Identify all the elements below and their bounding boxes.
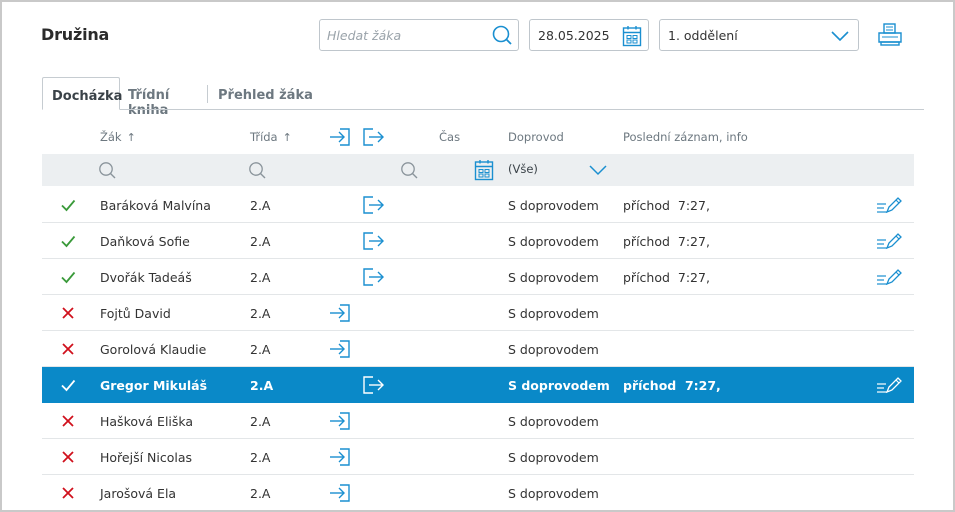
escort-value: S doprovodem bbox=[508, 306, 599, 321]
student-class: 2.A bbox=[250, 414, 271, 429]
chevron-down-icon[interactable] bbox=[588, 163, 608, 177]
student-class: 2.A bbox=[250, 198, 271, 213]
student-class: 2.A bbox=[250, 270, 271, 285]
check-icon bbox=[61, 199, 76, 212]
student-class: 2.A bbox=[250, 378, 274, 393]
student-name[interactable]: Gorolová Klaudie bbox=[100, 342, 206, 357]
student-class: 2.A bbox=[250, 306, 271, 321]
page-title: Družina bbox=[41, 25, 110, 44]
last-record-value: příchod 7:27, bbox=[623, 378, 721, 393]
arrival-icon[interactable] bbox=[329, 303, 351, 323]
tab-tridni-kniha[interactable]: Třídní kniha bbox=[128, 77, 212, 118]
cross-icon bbox=[62, 487, 74, 499]
student-search-input[interactable] bbox=[320, 20, 488, 50]
table-row[interactable]: Dvořák Tadeáš 2.A S doprovodem příchod 7:27… bbox=[42, 259, 914, 295]
edit-note-icon[interactable] bbox=[876, 232, 902, 252]
escort-value: S doprovodem bbox=[508, 378, 610, 393]
last-record-value: příchod 7:27, bbox=[623, 234, 710, 249]
student-class: 2.A bbox=[250, 234, 271, 249]
student-name[interactable]: Hořejší Nicolas bbox=[100, 450, 192, 465]
table-row[interactable]: Jarošová Ela 2.A S doprovodem bbox=[42, 475, 914, 510]
cross-icon bbox=[62, 415, 74, 427]
table-row[interactable]: Hořejší Nicolas 2.A S doprovodem bbox=[42, 439, 914, 475]
column-header-escort: Doprovod bbox=[508, 130, 564, 144]
printer-icon[interactable] bbox=[876, 22, 904, 48]
escort-value: S doprovodem bbox=[508, 450, 599, 465]
student-name[interactable]: Fojtů David bbox=[100, 306, 171, 321]
chevron-down-icon bbox=[831, 31, 849, 42]
escort-value: S doprovodem bbox=[508, 234, 599, 249]
arrival-icon[interactable] bbox=[329, 483, 351, 503]
sort-arrow-icon: ↑ bbox=[282, 131, 292, 144]
student-name[interactable]: Dvořák Tadeáš bbox=[100, 270, 192, 285]
edit-note-icon[interactable] bbox=[876, 376, 902, 396]
department-value: 1. oddělení bbox=[668, 28, 738, 43]
search-icon[interactable] bbox=[400, 161, 418, 179]
student-name[interactable]: Gregor Mikuláš bbox=[100, 378, 207, 393]
edit-note-icon[interactable] bbox=[876, 268, 902, 288]
escort-value: S doprovodem bbox=[508, 198, 599, 213]
column-label-student: Žák bbox=[100, 130, 122, 144]
column-header-student[interactable]: Žák ↑ bbox=[100, 130, 136, 144]
date-value: 28.05.2025 bbox=[538, 28, 610, 43]
tabs-underline bbox=[42, 109, 924, 110]
escort-value: S doprovodem bbox=[508, 414, 599, 429]
table-row[interactable]: Hašková Eliška 2.A S doprovodem bbox=[42, 403, 914, 439]
departure-icon[interactable] bbox=[362, 231, 384, 251]
search-icon[interactable] bbox=[98, 161, 116, 179]
column-header-time: Čas bbox=[439, 130, 461, 144]
departure-icon[interactable] bbox=[362, 375, 384, 395]
check-icon bbox=[61, 235, 76, 248]
calendar-icon[interactable] bbox=[622, 25, 642, 47]
escort-value: S doprovodem bbox=[508, 270, 599, 285]
student-name[interactable]: Daňková Sofie bbox=[100, 234, 190, 249]
arrival-icon[interactable] bbox=[329, 447, 351, 467]
tab-prehled-zaka[interactable]: Přehled žáka bbox=[218, 77, 318, 110]
departure-icon[interactable] bbox=[362, 267, 384, 287]
edit-note-icon[interactable] bbox=[876, 196, 902, 216]
check-icon bbox=[61, 271, 76, 284]
table-row[interactable]: Baráková Malvína 2.A S doprovodem příchod 7… bbox=[42, 187, 914, 223]
column-label-class: Třída bbox=[250, 130, 278, 144]
table-row[interactable]: Gregor Mikuláš 2.A S doprovodem příchod 7:2… bbox=[42, 367, 914, 403]
table-row[interactable]: Fojtů David 2.A S doprovodem bbox=[42, 295, 914, 331]
date-picker[interactable]: 28.05.2025 bbox=[529, 19, 649, 51]
student-name[interactable]: Jarošová Ela bbox=[100, 486, 176, 501]
student-class: 2.A bbox=[250, 342, 271, 357]
student-name[interactable]: Baráková Malvína bbox=[100, 198, 211, 213]
cross-icon bbox=[62, 307, 74, 319]
escort-value: S doprovodem bbox=[508, 486, 599, 501]
last-record-value: příchod 7:27, bbox=[623, 270, 710, 285]
sort-arrow-icon: ↑ bbox=[126, 131, 136, 144]
departure-icon[interactable] bbox=[362, 195, 384, 215]
calendar-icon[interactable] bbox=[474, 159, 494, 181]
filter-row: (Vše) bbox=[42, 154, 914, 186]
student-class: 2.A bbox=[250, 450, 271, 465]
tab-dochazka[interactable]: Docházka bbox=[42, 77, 122, 110]
check-icon bbox=[61, 379, 76, 392]
student-search-field[interactable] bbox=[319, 19, 519, 51]
cross-icon bbox=[62, 451, 74, 463]
student-class: 2.A bbox=[250, 486, 271, 501]
tab-divider bbox=[207, 85, 208, 103]
student-name[interactable]: Hašková Eliška bbox=[100, 414, 193, 429]
last-record-value: příchod 7:27, bbox=[623, 198, 710, 213]
table-row[interactable]: Gorolová Klaudie 2.A S doprovodem bbox=[42, 331, 914, 367]
escort-value: S doprovodem bbox=[508, 342, 599, 357]
cross-icon bbox=[62, 343, 74, 355]
department-select[interactable]: 1. oddělení bbox=[659, 19, 859, 51]
escort-filter-value[interactable]: (Vše) bbox=[508, 162, 538, 176]
arrival-icon[interactable] bbox=[329, 411, 351, 431]
search-icon[interactable] bbox=[491, 24, 513, 46]
search-icon[interactable] bbox=[248, 161, 266, 179]
column-header-last-record: Poslední záznam, info bbox=[623, 130, 748, 144]
table-row[interactable]: Daňková Sofie 2.A S doprovodem příchod 7:27… bbox=[42, 223, 914, 259]
app-window: Družina 28.05.2025 1. oddělení bbox=[0, 0, 955, 512]
departure-all-icon[interactable] bbox=[362, 127, 384, 147]
arrival-all-icon[interactable] bbox=[329, 127, 351, 147]
column-header-class[interactable]: Třída ↑ bbox=[250, 130, 292, 144]
arrival-icon[interactable] bbox=[329, 339, 351, 359]
